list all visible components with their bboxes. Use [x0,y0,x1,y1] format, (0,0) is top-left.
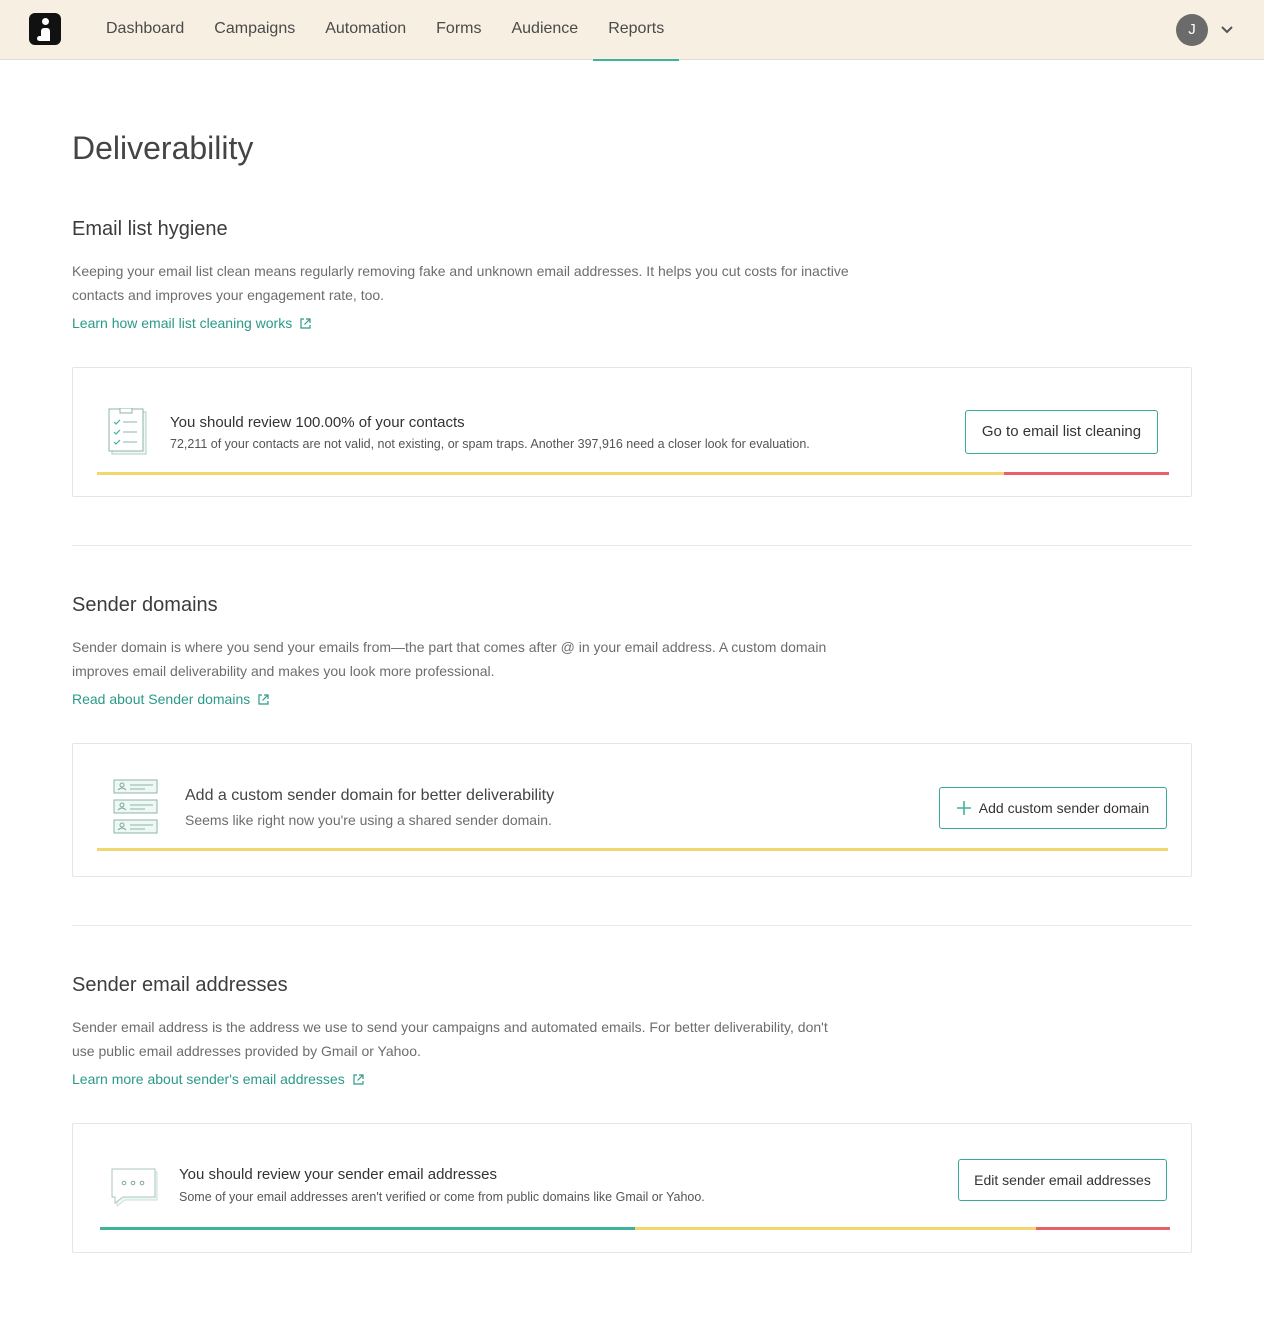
sender-list-icon [113,779,158,834]
section-description: Keeping your email list clean means regu… [72,263,849,303]
external-link-icon [258,694,269,705]
edit-sender-email-addresses-button[interactable]: Edit sender email addresses [958,1159,1167,1201]
hygiene-card-title: You should review 100.00% of your contac… [170,414,465,431]
section-heading: Sender email addresses [72,974,288,996]
read-sender-domains-link[interactable]: Read about Sender domains [72,691,269,707]
external-link-icon [300,318,311,329]
status-bar-segment-warning [97,472,1004,475]
external-link-icon [353,1074,364,1085]
status-bar-segment-warning [97,848,1168,851]
nav-item-reports[interactable]: Reports [593,0,680,61]
link-label: Learn more about sender's email addresse… [72,1071,345,1087]
clipboard-icon [108,408,147,455]
list-hygiene-card: You should review 100.00% of your contac… [72,367,1192,497]
sender-domains-section: Sender domains Sender domain is where yo… [72,594,1192,709]
nav-item-automation[interactable]: Automation [310,0,421,60]
chat-bubble-icon [111,1168,158,1207]
sender-addresses-card: You should review your sender email addr… [72,1123,1192,1253]
logo-foot [37,36,43,41]
app-logo[interactable] [29,13,61,45]
learn-sender-addresses-link[interactable]: Learn more about sender's email addresse… [72,1071,364,1087]
top-navigation-bar: Dashboard Campaigns Automation Forms Aud… [0,0,1264,61]
logo-dot [42,18,49,25]
link-label: Read about Sender domains [72,691,251,707]
sender-email-addresses-section: Sender email addresses Sender email addr… [72,974,1192,1089]
domain-card-subtitle: Seems like right now you're using a shar… [185,812,552,828]
addresses-card-subtitle: Some of your email addresses aren't veri… [179,1190,705,1204]
go-to-email-list-cleaning-button[interactable]: Go to email list cleaning [965,410,1158,454]
section-divider [72,925,1192,926]
page-title: Deliverability [72,130,254,166]
email-list-hygiene-section: Email list hygiene Keeping your email li… [72,218,1192,333]
section-heading: Sender domains [72,594,218,616]
main-nav: Dashboard Campaigns Automation Forms Aud… [91,0,680,61]
section-description: Sender domain is where you send your ema… [72,639,827,679]
section-heading: Email list hygiene [72,218,228,240]
button-label: Add custom sender domain [978,800,1150,816]
domain-card-title: Add a custom sender domain for better de… [185,787,555,804]
status-bar-segment-danger [1004,472,1169,475]
chevron-down-icon[interactable] [1220,22,1234,36]
status-bar-segment-warning [635,1227,1036,1230]
learn-list-cleaning-link[interactable]: Learn how email list cleaning works [72,315,311,331]
status-bar-segment-ok [100,1227,635,1230]
add-custom-sender-domain-button[interactable]: Add custom sender domain [939,787,1167,829]
addresses-card-title: You should review your sender email addr… [179,1166,497,1183]
nav-item-dashboard[interactable]: Dashboard [91,0,199,60]
nav-item-audience[interactable]: Audience [496,0,593,60]
plus-icon [957,801,971,815]
section-divider [72,545,1192,546]
section-description: Sender email address is the address we u… [72,1019,828,1059]
nav-item-forms[interactable]: Forms [421,0,496,60]
user-avatar[interactable]: J [1176,14,1208,46]
hygiene-card-subtitle: 72,211 of your contacts are not valid, n… [170,437,810,451]
sender-domain-card: Add a custom sender domain for better de… [72,743,1192,877]
link-label: Learn how email list cleaning works [72,315,293,331]
status-bar-segment-danger [1036,1227,1170,1230]
nav-item-campaigns[interactable]: Campaigns [199,0,310,60]
